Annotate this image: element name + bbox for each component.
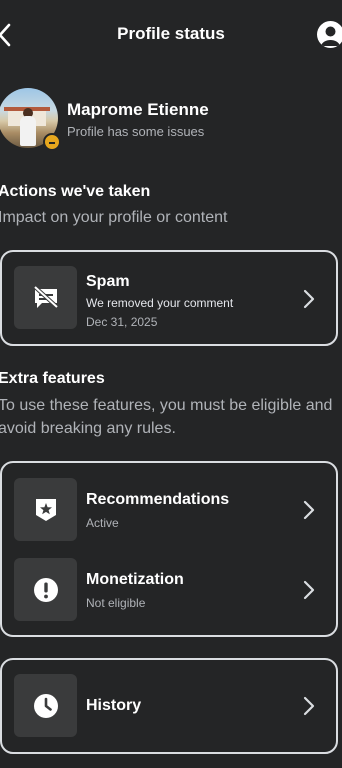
history-card: History <box>0 658 338 754</box>
profile-name: Maprome Etienne <box>67 100 209 119</box>
chevron-right-icon <box>303 289 315 309</box>
chevron-right-icon <box>303 580 315 600</box>
warning-status-icon <box>43 133 61 151</box>
feature-item-title: Monetization <box>86 571 184 588</box>
action-item-date: Dec 31, 2025 <box>86 315 158 329</box>
comment-off-icon <box>14 266 77 329</box>
star-badge-icon <box>14 478 77 541</box>
profile-summary[interactable]: Maprome Etienne Profile has some issues <box>0 88 342 152</box>
feature-item-monetization[interactable]: Monetization Not eligible <box>2 558 340 622</box>
header: Profile status <box>0 0 342 70</box>
feature-item-recommendations[interactable]: Recommendations Active <box>2 478 340 542</box>
action-item-title: Spam <box>86 273 130 290</box>
action-item-detail: We removed your comment <box>86 296 234 310</box>
page-title: Profile status <box>117 24 225 43</box>
history-item[interactable]: History <box>2 674 340 738</box>
features-section-title: Extra features <box>0 370 105 387</box>
feature-item-title: Recommendations <box>86 491 230 508</box>
chevron-right-icon <box>303 696 315 716</box>
action-item-spam[interactable]: Spam We removed your comment Dec 31, 202… <box>2 266 340 330</box>
feature-item-status: Not eligible <box>86 596 146 610</box>
features-card: Recommendations Active Monetization Not … <box>0 461 338 637</box>
actions-card: Spam We removed your comment Dec 31, 202… <box>0 250 338 346</box>
actions-section-description: Impact on your profile or content <box>0 209 228 226</box>
clock-icon <box>14 674 77 737</box>
alert-circle-icon <box>14 558 77 621</box>
history-title: History <box>86 697 142 714</box>
feature-item-status: Active <box>86 516 119 530</box>
actions-section-title: Actions we've taken <box>0 183 151 200</box>
chevron-right-icon <box>303 500 315 520</box>
profile-status-text: Profile has some issues <box>67 124 205 139</box>
account-icon[interactable] <box>317 21 342 48</box>
features-section-description: To use these features, you must be eligi… <box>0 397 333 437</box>
